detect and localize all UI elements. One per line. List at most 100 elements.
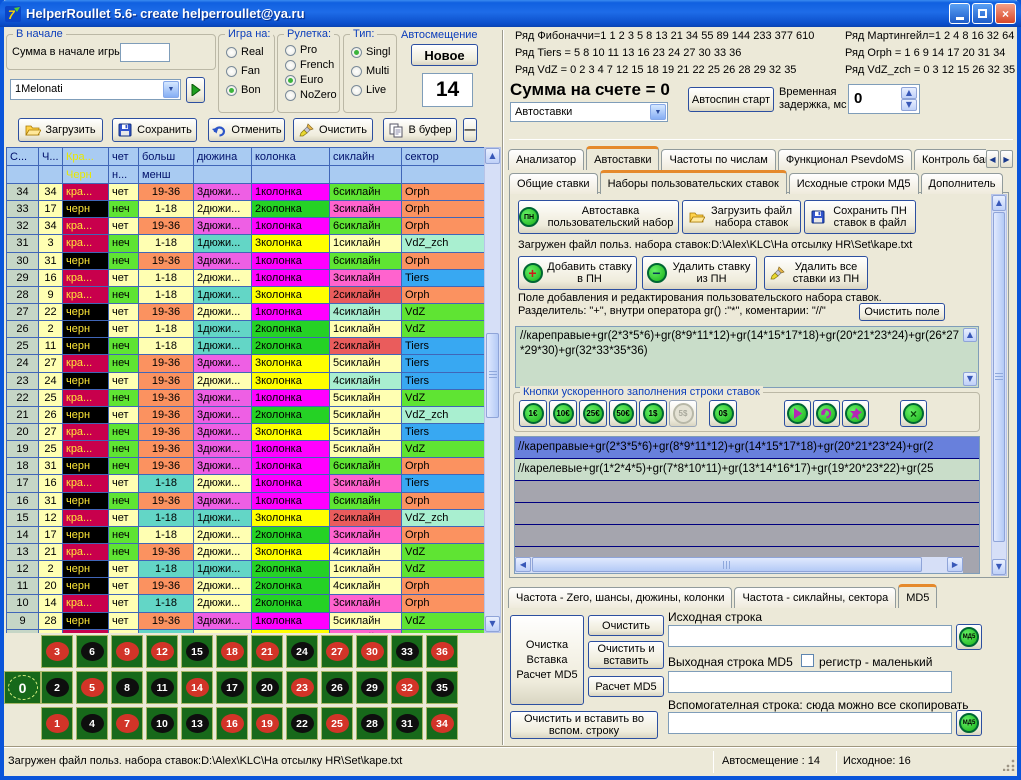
board-cell-27[interactable]: 27 xyxy=(322,636,352,667)
delay-spinner[interactable]: 0 ▲ ▼ xyxy=(848,84,920,114)
radio-Bon[interactable]: Bon xyxy=(226,84,274,96)
run-preset-button[interactable] xyxy=(186,77,205,103)
spinner-down-icon[interactable]: ▼ xyxy=(901,99,917,111)
chevron-down-icon[interactable]: ▼ xyxy=(163,81,179,98)
spinner-up-icon[interactable]: ▲ xyxy=(901,87,917,99)
bet-edit-field[interactable]: //кареправые+gr(2*3*5*6)+gr(8*9*11*12)+g… xyxy=(515,326,979,388)
clear-button[interactable]: Очистить xyxy=(293,118,373,142)
board-cell-9[interactable]: 9 xyxy=(112,636,142,667)
undo-button[interactable]: Отменить xyxy=(208,118,285,142)
quick-repeat-button[interactable] xyxy=(813,400,840,427)
mode-combobox[interactable]: Автоставки ▼ xyxy=(510,102,668,122)
radio-Live[interactable]: Live xyxy=(351,84,396,96)
board-cell-23[interactable]: 23 xyxy=(287,672,317,703)
board-cell-10[interactable]: 10 xyxy=(147,708,177,739)
tab-Функционал PsevdoMS[interactable]: Функционал PsevdoMS xyxy=(778,149,912,170)
board-cell-18[interactable]: 18 xyxy=(217,636,247,667)
scroll-down-icon[interactable]: ▼ xyxy=(485,616,500,632)
coin-button-1€[interactable]: 1€ xyxy=(519,400,547,427)
coin-button-0$[interactable]: 0$ xyxy=(709,400,737,427)
chevron-down-icon[interactable]: ▼ xyxy=(650,104,666,120)
autoset-user-button[interactable]: ПН Автоставка пользовательский набор xyxy=(518,200,679,234)
tab-Исходные строки МД5[interactable]: Исходные строки МД5 xyxy=(789,173,919,194)
save-button[interactable]: Сохранить xyxy=(112,118,197,142)
edit-scroll-down-icon[interactable]: ▼ xyxy=(963,372,977,386)
tab-Наборы пользовательских ставок[interactable]: Наборы пользовательских ставок xyxy=(600,170,787,194)
board-cell-30[interactable]: 30 xyxy=(357,636,387,667)
md5-clear-button[interactable]: Очистить xyxy=(588,615,664,636)
table-scrollbar[interactable]: ▲ ▼ xyxy=(484,147,501,633)
md5-source-input[interactable] xyxy=(668,625,952,647)
radio-NoZero[interactable]: NoZero xyxy=(285,89,339,101)
list-hscrollbar-thumb[interactable] xyxy=(532,557,922,572)
board-cell-3[interactable]: 3 xyxy=(42,636,72,667)
radio-Singl[interactable]: Singl xyxy=(351,46,396,58)
md5-aux-run-button[interactable]: МД5 xyxy=(956,710,982,736)
board-cell-2[interactable]: 2 xyxy=(42,672,72,703)
board-cell-31[interactable]: 31 xyxy=(392,708,422,739)
tab-Дополнитель[interactable]: Дополнитель xyxy=(921,173,1004,194)
copy-to-buffer-button[interactable]: В буфер xyxy=(383,118,457,142)
tab-Частота - Zero, шансы, дюжины, колонки[interactable]: Частота - Zero, шансы, дюжины, колонки xyxy=(508,587,732,608)
radio-Pro[interactable]: Pro xyxy=(285,44,339,56)
tab-Частота - сиклайны, сектора[interactable]: Частота - сиклайны, сектора xyxy=(734,587,896,608)
board-cell-16[interactable]: 16 xyxy=(217,708,247,739)
scroll-up-icon[interactable]: ▲ xyxy=(485,148,500,164)
board-cell-22[interactable]: 22 xyxy=(287,708,317,739)
md5-output-input[interactable] xyxy=(668,671,952,693)
quick-play-button[interactable] xyxy=(784,400,811,427)
board-cell-4[interactable]: 4 xyxy=(77,708,107,739)
board-cell-19[interactable]: 19 xyxy=(252,708,282,739)
maximize-button[interactable] xyxy=(972,3,993,24)
radio-French[interactable]: French xyxy=(285,59,339,71)
load-button[interactable]: Загрузить xyxy=(18,118,103,142)
table-scrollbar-thumb[interactable] xyxy=(486,333,499,418)
tab-Анализатор[interactable]: Анализатор xyxy=(508,149,584,170)
md5-clear-paste-button[interactable]: Очистить и вставить xyxy=(588,641,664,669)
clear-field-button[interactable]: Очистить поле xyxy=(859,303,945,321)
board-cell-35[interactable]: 35 xyxy=(427,672,457,703)
load-betfile-button[interactable]: Загрузить файл набора ставок xyxy=(682,200,801,234)
radio-Real[interactable]: Real xyxy=(226,46,274,58)
coin-button-25€[interactable]: 25€ xyxy=(579,400,607,427)
radio-Fan[interactable]: Fan xyxy=(226,65,274,77)
coin-button-5$[interactable]: 5$ xyxy=(669,400,697,427)
new-button[interactable]: Новое xyxy=(411,44,478,66)
board-cell-33[interactable]: 33 xyxy=(392,636,422,667)
lowercase-checkbox[interactable] xyxy=(801,654,814,667)
scroll-up-icon[interactable]: ▲ xyxy=(992,195,1006,211)
board-cell-1[interactable]: 1 xyxy=(42,708,72,739)
tab-Контроль банкро[interactable]: Контроль банкро xyxy=(914,149,986,170)
board-cell-6[interactable]: 6 xyxy=(77,636,107,667)
resize-grip[interactable] xyxy=(1003,759,1015,771)
board-cell-5[interactable]: 5 xyxy=(77,672,107,703)
tab-Общие ставки[interactable]: Общие ставки xyxy=(509,173,598,194)
board-cell-14[interactable]: 14 xyxy=(182,672,212,703)
radio-Multi[interactable]: Multi xyxy=(351,65,396,77)
scroll-left-icon[interactable]: ◀ xyxy=(515,557,531,572)
minimize-button[interactable] xyxy=(949,3,970,24)
board-cell-24[interactable]: 24 xyxy=(287,636,317,667)
tab-scroll-left-icon[interactable]: ◀ xyxy=(986,150,999,168)
scroll-right-icon[interactable]: ▶ xyxy=(947,557,963,572)
board-cell-12[interactable]: 12 xyxy=(147,636,177,667)
panel-scrollbar-thumb[interactable] xyxy=(993,212,1005,542)
close-button[interactable]: × xyxy=(995,3,1016,24)
board-cell-0[interactable]: 0 xyxy=(5,672,40,703)
bet-list-row[interactable]: //карелевые+gr(1*2*4*5)+gr(7*8*10*11)+gr… xyxy=(515,459,979,481)
board-cell-20[interactable]: 20 xyxy=(252,672,282,703)
autospin-start-button[interactable]: Автоспин старт xyxy=(688,87,774,112)
collapse-button[interactable]: — xyxy=(463,118,477,142)
board-cell-7[interactable]: 7 xyxy=(112,708,142,739)
board-cell-21[interactable]: 21 xyxy=(252,636,282,667)
list-hscrollbar[interactable]: ◀ ▶ xyxy=(515,557,963,573)
save-betfile-button[interactable]: Сохранить ПН ставок в файл xyxy=(804,200,916,234)
board-cell-8[interactable]: 8 xyxy=(112,672,142,703)
board-cell-17[interactable]: 17 xyxy=(217,672,247,703)
bet-list-row[interactable]: //кареправые+gr(2*3*5*6)+gr(8*9*11*12)+g… xyxy=(515,437,979,459)
md5-stack-button[interactable]: Очистка Вставка Расчет MD5 xyxy=(510,615,584,705)
scroll-down-icon[interactable]: ▼ xyxy=(992,559,1006,575)
board-cell-11[interactable]: 11 xyxy=(147,672,177,703)
coin-button-1$[interactable]: 1$ xyxy=(639,400,667,427)
edit-scroll-up-icon[interactable]: ▲ xyxy=(963,328,977,342)
